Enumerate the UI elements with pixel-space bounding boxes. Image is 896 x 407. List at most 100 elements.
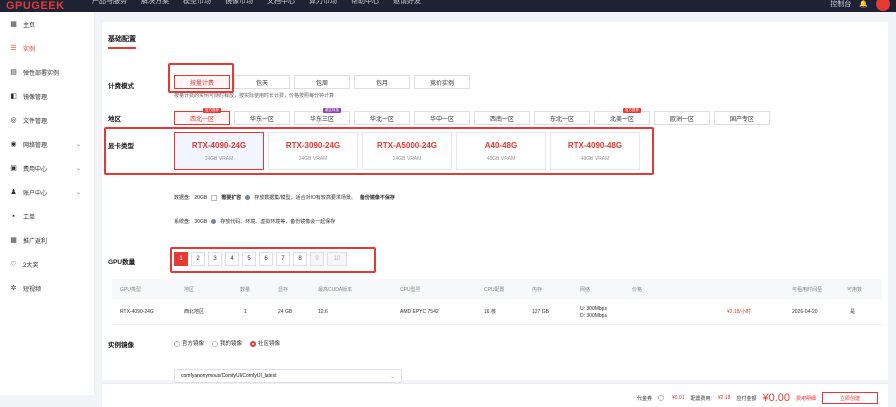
sidebar-item-network[interactable]: ◉ 网络管理 ⌄ <box>0 136 95 152</box>
region-option[interactable]: 华东一区 <box>234 111 290 125</box>
system-disk-row: 系统盘: 30GB 存放代码、环境、虚拟环境等，备份镜像会一起保存 <box>174 218 335 226</box>
region-option-label: 华北一区 <box>369 116 394 123</box>
column-header: 数量 <box>240 286 251 293</box>
region-option[interactable]: 华中一区 <box>414 111 470 125</box>
gpu-count-option[interactable]: 5 <box>242 252 256 266</box>
gpu-count-option[interactable]: 4 <box>225 252 239 266</box>
gpu-count-option[interactable]: 1 <box>174 252 188 266</box>
total-label: 应付金额 <box>736 395 757 402</box>
topnav-item[interactable]: 帮助中心 <box>351 0 379 12</box>
column-header: 网络 <box>580 286 591 293</box>
instance-table: GPU类型 地区 数量 显存 最高CUDA版本 CPU型号 CPU配置 内存 网… <box>112 279 882 325</box>
console-link[interactable]: 控制台 <box>830 0 851 9</box>
region-option[interactable]: 东北一区 <box>534 111 590 125</box>
region-option[interactable]: 欧洲一区 <box>654 111 710 125</box>
region-option-label: 国产专区 <box>729 116 754 123</box>
system-disk-value: 30GB <box>194 218 208 225</box>
radio-button[interactable] <box>212 340 219 347</box>
billing-option-weekly[interactable]: 包周 <box>294 75 350 89</box>
radio-button[interactable] <box>250 340 257 347</box>
topnav-item[interactable]: 模型市场 <box>183 0 211 12</box>
gpu-count-option[interactable]: 2 <box>191 252 205 266</box>
topnav-item[interactable]: 镜像市场 <box>225 0 253 12</box>
topnav-item[interactable]: 邀请好友 <box>393 0 421 12</box>
gpu-count-option: 10 <box>327 252 347 266</box>
table-row[interactable]: RTX-4090-24G 西北地区 1 24 GB 12.6 AMD EPYC … <box>112 299 882 325</box>
sidebar-item-ticket[interactable]: ▪ 工单 <box>0 208 95 224</box>
region-option[interactable]: 北美一区 官方推荐 <box>594 108 650 125</box>
table-cell: 24 GB <box>278 308 293 315</box>
radio-community[interactable]: 社区镜像 <box>250 339 280 347</box>
topnav-item[interactable]: 算力市场 <box>309 0 337 12</box>
column-header: CPU配置 <box>484 286 505 293</box>
chevron-down-icon: ⌄ <box>75 141 81 148</box>
sidebar-item-label: 实例 <box>23 46 36 53</box>
region-label: 地区 <box>108 116 121 123</box>
sidebar-item-label: 弹性部署实例 <box>23 70 60 77</box>
table-cell: 2026-04-20 <box>792 308 818 315</box>
gpu-count-option[interactable]: 7 <box>276 252 290 266</box>
billing-option-spot[interactable]: 竞价实例 <box>414 75 470 89</box>
image-icon: ◧ <box>10 93 17 100</box>
topnav-item[interactable]: 解决方案 <box>141 0 169 12</box>
gpu-name: RTX-A5000-24G <box>376 140 438 150</box>
sidebar-item-home[interactable]: ▦ 主页 <box>0 16 95 32</box>
column-header: 内存 <box>532 286 543 293</box>
total-value: ¥0.00 <box>762 392 790 404</box>
gpu-count-option[interactable]: 3 <box>208 252 222 266</box>
create-button[interactable]: 立即创建 <box>822 392 878 404</box>
network-icon: ◉ <box>10 141 17 148</box>
sidebar-item-elastic[interactable]: ▤ 弹性部署实例 <box>0 64 95 80</box>
gpu-card[interactable]: RTX-A5000-24G 24GB VRAM <box>362 132 452 170</box>
billing-option-monthly[interactable]: 包月 <box>354 75 410 89</box>
sidebar-item-billing[interactable]: ▣ 费用中心 ⌄ <box>0 160 95 176</box>
table-cell: RTX-4090-24G <box>120 308 154 315</box>
gpu-card[interactable]: RTX-4090-48G 48GB VRAM <box>550 132 640 170</box>
coupon-toggle[interactable] <box>658 395 665 401</box>
expand-checkbox[interactable] <box>211 194 218 201</box>
topnav-item[interactable]: 产品与服务 <box>92 0 127 12</box>
sidebar-item-promo[interactable]: ▦ 推广返利 <box>0 232 95 248</box>
avatar[interactable] <box>876 0 890 11</box>
gpu-memory: 48GB VRAM <box>580 155 610 162</box>
list-icon: ☰ <box>10 45 17 52</box>
sidebar-item-gift[interactable]: ♡ 2大奖 <box>0 256 95 272</box>
sidebar-item-images[interactable]: ◧ 镜像管理 <box>0 88 95 104</box>
sidebar-item-account[interactable]: ♟ 账户中心 ⌄ <box>0 184 95 200</box>
gpu-count-option[interactable]: 8 <box>293 252 307 266</box>
new-region-tag: 新区特惠 <box>323 108 341 113</box>
topnav-item[interactable]: 文档中心 <box>267 0 295 12</box>
top-nav: 产品与服务 解决方案 模型市场 镜像市场 文档中心 算力市场 帮助中心 邀请好友 <box>92 0 421 12</box>
region-option-label: 北美一区 <box>609 116 634 123</box>
region-option[interactable]: 西南一区 <box>474 111 530 125</box>
region-option[interactable]: 国产专区 <box>714 111 770 125</box>
config-card: 基础配置 计费模式 按量计费 包天 包周 包月 竞价实例 按量计费的实例可随时释… <box>102 22 888 383</box>
chevron-down-icon: ⌄ <box>75 165 81 172</box>
gpu-name: A40-48G <box>484 140 518 150</box>
billing-option-daily[interactable]: 包天 <box>234 75 290 89</box>
gpu-count-option[interactable]: 6 <box>259 252 273 266</box>
sidebar-item-label: 短视频 <box>23 286 42 293</box>
region-option[interactable]: 西北一区 官方推荐 <box>174 108 230 125</box>
gpu-card[interactable]: A40-48G 48GB VRAM <box>456 132 546 170</box>
radio-official[interactable]: 官方镜像 <box>174 339 204 347</box>
radio-mine[interactable]: 我的镜像 <box>212 339 242 347</box>
image-select[interactable]: comfyanonymous/ComfyUI/ComfyUI_latest ⌄ <box>174 369 402 383</box>
brand-logo[interactable]: GPUGEEK <box>6 0 65 12</box>
radio-label: 社区镜像 <box>258 341 281 347</box>
fee-detail-link[interactable]: 费用明细 <box>796 395 816 402</box>
gpu-card[interactable]: RTX-3090-24G 24GB VRAM <box>268 132 358 170</box>
sidebar-item-instances[interactable]: ☰ 实例 <box>0 40 95 56</box>
gpu-card[interactable]: RTX-4090-24G 24GB VRAM <box>174 132 264 170</box>
region-option[interactable]: 华北一区 <box>354 111 410 125</box>
region-option[interactable]: 华东三区 新区特惠 <box>294 108 350 125</box>
radio-button[interactable] <box>174 340 180 347</box>
image-label: 实例镜像 <box>108 342 134 349</box>
chevron-down-icon: ⌄ <box>75 189 81 196</box>
sidebar-item-files[interactable]: ◎ 文件管理 <box>0 112 95 128</box>
radio-label: 我的镜像 <box>220 341 243 347</box>
column-header: 最高CUDA版本 <box>318 286 353 293</box>
sidebar-item-video[interactable]: ✲ 短视频 <box>0 280 95 296</box>
billing-option-hourly[interactable]: 按量计费 <box>174 75 230 89</box>
bell-icon[interactable]: 🔔 <box>859 0 868 8</box>
